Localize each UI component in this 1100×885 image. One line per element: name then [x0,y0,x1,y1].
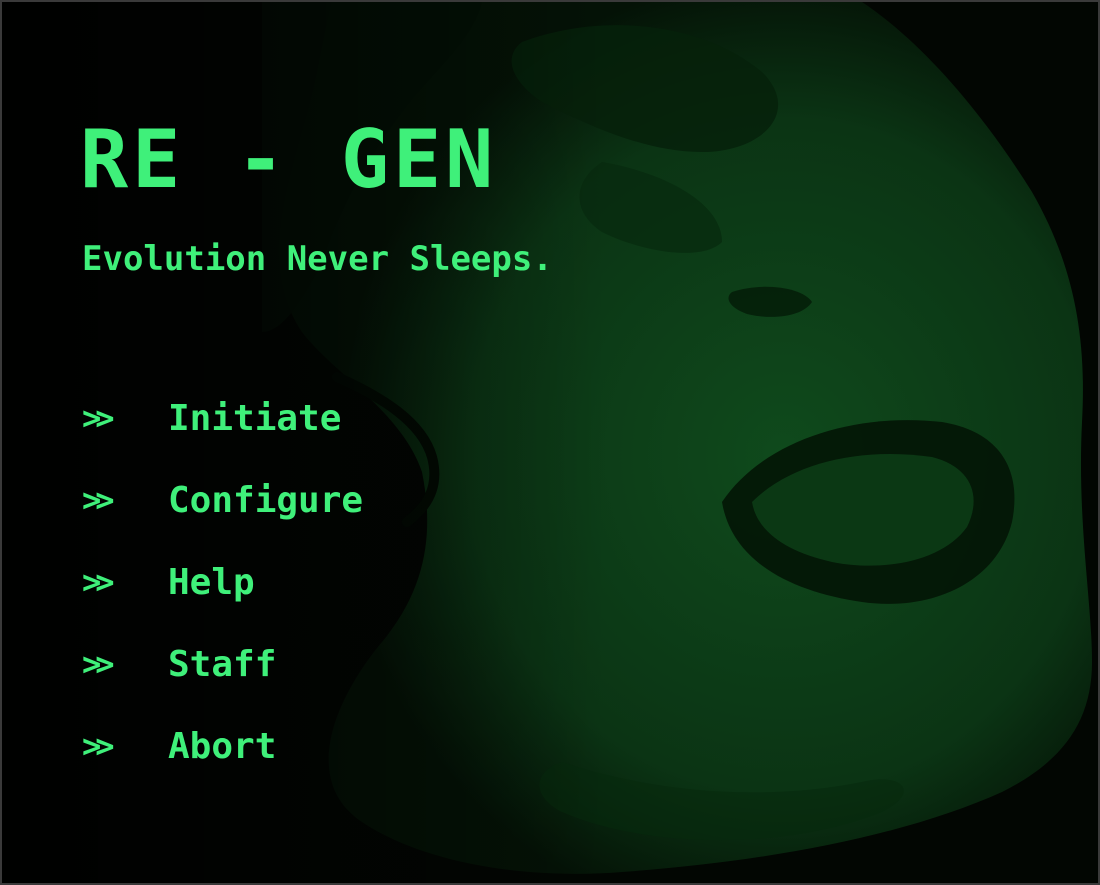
game-tagline: Evolution Never Sleeps. [82,239,553,279]
menu-item-label: Initiate [168,397,342,439]
main-menu: >> Initiate >> Configure >> Help >> Staf… [82,377,363,787]
menu-item-label: Abort [168,725,277,767]
chevron-right-icon: >> [82,727,115,765]
menu-item-configure[interactable]: >> Configure [82,459,363,541]
chevron-right-icon: >> [82,645,115,683]
menu-item-label: Staff [168,643,277,685]
chevron-right-icon: >> [82,399,115,437]
menu-item-initiate[interactable]: >> Initiate [82,377,363,459]
menu-item-label: Help [168,561,255,603]
menu-item-abort[interactable]: >> Abort [82,705,363,787]
menu-item-help[interactable]: >> Help [82,541,363,623]
chevron-right-icon: >> [82,563,115,601]
game-title: RE - GEN [80,113,498,206]
chevron-right-icon: >> [82,481,115,519]
title-screen: RE - GEN Evolution Never Sleeps. >> Init… [0,0,1100,885]
menu-item-label: Configure [168,479,364,521]
menu-item-staff[interactable]: >> Staff [82,623,363,705]
